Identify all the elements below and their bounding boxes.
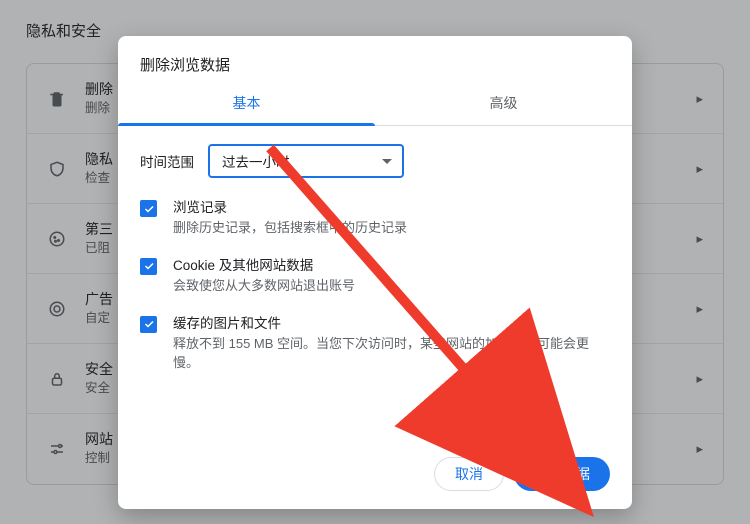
dialog-title: 删除浏览数据	[118, 36, 632, 83]
delete-data-button[interactable]: 删除数据	[514, 457, 610, 491]
option-browsing-history: 浏览记录 删除历史记录，包括搜索框中的历史记录	[140, 198, 610, 238]
time-range-value: 过去一小时	[222, 151, 290, 171]
option-cookies: Cookie 及其他网站数据 会致使您从大多数网站退出账号	[140, 256, 610, 296]
dialog-tabs: 基本 高级	[118, 83, 632, 126]
option-title: Cookie 及其他网站数据	[173, 256, 355, 276]
checkbox-cookies[interactable]	[140, 258, 157, 275]
time-range-select[interactable]: 过去一小时	[208, 144, 404, 178]
option-title: 浏览记录	[173, 198, 407, 218]
dialog-body: 时间范围 过去一小时 浏览记录 删除历史记录，包括搜索框中的历史记录 Cooki…	[118, 126, 632, 395]
checkbox-cache[interactable]	[140, 316, 157, 333]
tab-advanced[interactable]: 高级	[375, 83, 632, 125]
option-sub: 释放不到 155 MB 空间。当您下次访问时，某些网站的加载速度可能会更慢。	[173, 334, 610, 373]
option-sub: 删除历史记录，包括搜索框中的历史记录	[173, 218, 407, 238]
tab-basic[interactable]: 基本	[118, 83, 375, 125]
chevron-down-icon	[382, 159, 392, 164]
cancel-button[interactable]: 取消	[434, 457, 504, 491]
dialog-button-bar: 取消 删除数据	[118, 457, 632, 491]
option-cache: 缓存的图片和文件 释放不到 155 MB 空间。当您下次访问时，某些网站的加载速…	[140, 314, 610, 373]
time-range-label: 时间范围	[140, 151, 194, 171]
option-sub: 会致使您从大多数网站退出账号	[173, 276, 355, 296]
clear-browsing-data-dialog: 删除浏览数据 基本 高级 时间范围 过去一小时 浏览记录 删除历史记录，包括搜索…	[118, 36, 632, 509]
checkbox-browsing-history[interactable]	[140, 200, 157, 217]
option-title: 缓存的图片和文件	[173, 314, 610, 334]
